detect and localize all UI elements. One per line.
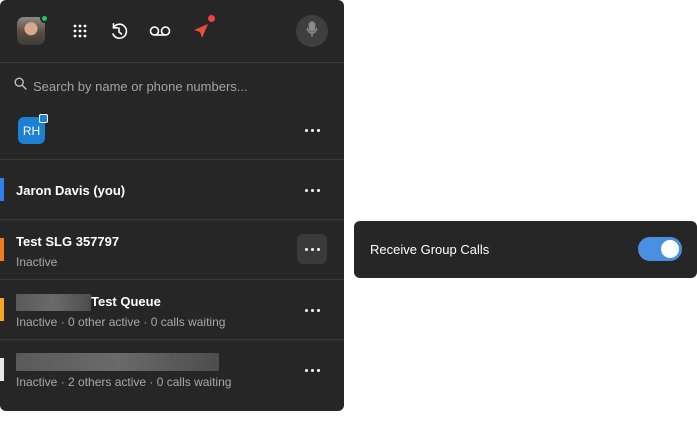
line-title-wrapper: Test Queue xyxy=(16,294,161,312)
toggle-knob xyxy=(661,240,679,258)
line-more-button[interactable] xyxy=(297,234,327,264)
redacted-name xyxy=(16,353,219,371)
microphone-icon xyxy=(306,20,318,42)
redacted-name xyxy=(16,294,91,312)
line-status: Inactive · 2 others active · 0 calls wai… xyxy=(16,375,232,389)
line-row-test-slg[interactable]: Test SLG 357797 Inactive xyxy=(0,219,344,279)
line-color-bar xyxy=(0,358,4,381)
send-icon[interactable] xyxy=(190,15,215,42)
line-title-wrapper xyxy=(16,353,219,371)
line-status: Inactive · 0 other active · 0 calls wait… xyxy=(16,315,226,329)
line-row-redacted[interactable]: Inactive · 2 others active · 0 calls wai… xyxy=(0,339,344,411)
line-color-bar xyxy=(0,178,4,201)
line-title: Jaron Davis (you) xyxy=(16,183,126,198)
line-more-button[interactable] xyxy=(297,355,327,385)
more-icon xyxy=(304,247,320,251)
top-toolbar xyxy=(0,0,344,63)
line-row-jaron-davis[interactable]: Jaron Davis (you) xyxy=(0,159,344,219)
account-status-icon xyxy=(39,114,48,123)
search-bar xyxy=(14,76,330,96)
notification-dot xyxy=(208,15,215,22)
receive-group-calls-label: Receive Group Calls xyxy=(370,242,490,257)
line-status: Inactive xyxy=(16,255,58,269)
dialpad-icon[interactable] xyxy=(69,20,91,42)
line-more-button[interactable] xyxy=(297,295,327,325)
microphone-button[interactable] xyxy=(296,15,328,47)
search-icon xyxy=(14,77,27,95)
account-more-button[interactable] xyxy=(297,115,327,145)
line-title: Test SLG 357797 xyxy=(16,234,120,249)
avatar[interactable] xyxy=(17,14,49,45)
more-icon xyxy=(304,368,320,372)
line-more-button[interactable] xyxy=(297,175,327,205)
line-row-test-queue[interactable]: Test Queue Inactive · 0 other active · 0… xyxy=(0,279,344,339)
more-icon xyxy=(304,188,320,192)
account-initials: RH xyxy=(22,123,41,138)
account-badge[interactable]: RH xyxy=(18,114,48,144)
history-icon[interactable] xyxy=(108,20,130,42)
presence-status-dot xyxy=(40,14,49,23)
line-title: Test Queue xyxy=(91,294,161,309)
search-input[interactable] xyxy=(33,78,313,94)
line-color-bar xyxy=(0,298,4,321)
more-icon xyxy=(304,128,320,132)
phone-panel: RH Jaron Davis (you) Test SLG 357797 Ina… xyxy=(0,0,344,411)
line-color-bar xyxy=(0,238,4,261)
voicemail-icon[interactable] xyxy=(149,20,171,42)
receive-group-calls-toggle[interactable] xyxy=(638,237,682,261)
more-icon xyxy=(304,308,320,312)
